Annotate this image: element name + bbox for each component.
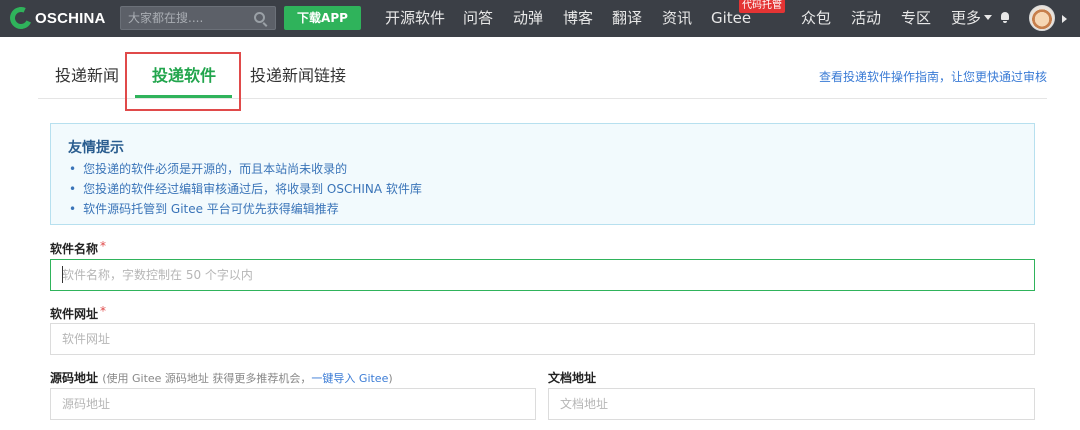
download-app-button[interactable]: 下载APP: [284, 6, 361, 30]
repo-url-label: 源码地址 (使用 Gitee 源码地址 获得更多推荐机会，一键导入 Gitee): [50, 369, 393, 386]
nav-item-tweets[interactable]: 动弹: [513, 8, 543, 28]
nav-item-open-source[interactable]: 开源软件: [385, 8, 445, 28]
import-gitee-link[interactable]: 一键导入 Gitee: [311, 372, 388, 385]
top-nav-bar: OSCHINA 下载APP 开源软件 问答 动弹 博客 翻译 资讯 Gitee …: [0, 0, 1080, 37]
repo-url-input[interactable]: [50, 388, 536, 420]
notice-item: 您投递的软件经过编辑审核通过后，将收录到 OSCHINA 软件库: [69, 180, 422, 197]
notice-title: 友情提示: [68, 140, 124, 156]
repo-hint-suffix: ): [388, 372, 393, 385]
nav-item-translate[interactable]: 翻译: [612, 8, 642, 28]
friendly-notice: 友情提示 您投递的软件必须是开源的，而且本站尚未收录的 您投递的软件经过编辑审核…: [50, 123, 1035, 225]
bell-icon[interactable]: [1000, 12, 1010, 23]
search-input[interactable]: [121, 7, 249, 29]
nav-more-label: 更多: [951, 9, 982, 27]
software-url-label: 软件网址 *: [50, 304, 107, 322]
notice-item: 软件源码托管到 Gitee 平台可优先获得编辑推荐: [69, 200, 339, 217]
repo-hint-prefix: (使用 Gitee 源码地址 获得更多推荐机会，: [102, 372, 312, 385]
nav-item-zone[interactable]: 专区: [901, 8, 931, 28]
repo-url-hint: (使用 Gitee 源码地址 获得更多推荐机会，一键导入 Gitee): [102, 372, 392, 385]
software-name-label-text: 软件名称: [50, 242, 99, 256]
docs-url-label: 文档地址: [548, 369, 596, 386]
repo-url-label-text: 源码地址: [50, 371, 99, 385]
nav-item-news[interactable]: 资讯: [662, 8, 692, 28]
required-mark: *: [100, 304, 107, 318]
text-caret: [62, 266, 63, 283]
required-mark: *: [100, 239, 107, 253]
software-url-input[interactable]: [50, 323, 1035, 355]
guide-link[interactable]: 查看投递软件操作指南，让您更快通过审核: [819, 68, 1047, 85]
software-url-label-text: 软件网址: [50, 307, 99, 321]
nav-item-blog[interactable]: 博客: [563, 8, 593, 28]
software-name-input[interactable]: [50, 259, 1035, 291]
caret-right-icon[interactable]: [1062, 15, 1067, 23]
software-name-label: 软件名称 *: [50, 239, 107, 257]
tab-submit-news[interactable]: 投递新闻: [55, 65, 119, 87]
nav-item-qa[interactable]: 问答: [463, 8, 493, 28]
logo-text: OSCHINA: [35, 9, 106, 27]
search-icon[interactable]: [254, 12, 265, 23]
oschina-logo[interactable]: OSCHINA: [6, 3, 106, 33]
nav-item-events[interactable]: 活动: [851, 8, 881, 28]
docs-url-input[interactable]: [548, 388, 1035, 420]
nav-item-more[interactable]: 更多: [951, 8, 993, 28]
avatar[interactable]: [1029, 5, 1055, 31]
notice-item: 您投递的软件必须是开源的，而且本站尚未收录的: [69, 160, 347, 177]
gitee-badge: 代码托管: [739, 0, 785, 13]
search-box: [120, 6, 276, 30]
chevron-down-icon: [984, 15, 993, 20]
docs-url-label-text: 文档地址: [548, 371, 597, 385]
logo-mark-icon: [6, 3, 36, 33]
annotation-highlight-box: [125, 52, 241, 111]
tab-submit-news-link[interactable]: 投递新闻链接: [250, 65, 346, 87]
nav-item-crowdsource[interactable]: 众包: [801, 8, 831, 28]
